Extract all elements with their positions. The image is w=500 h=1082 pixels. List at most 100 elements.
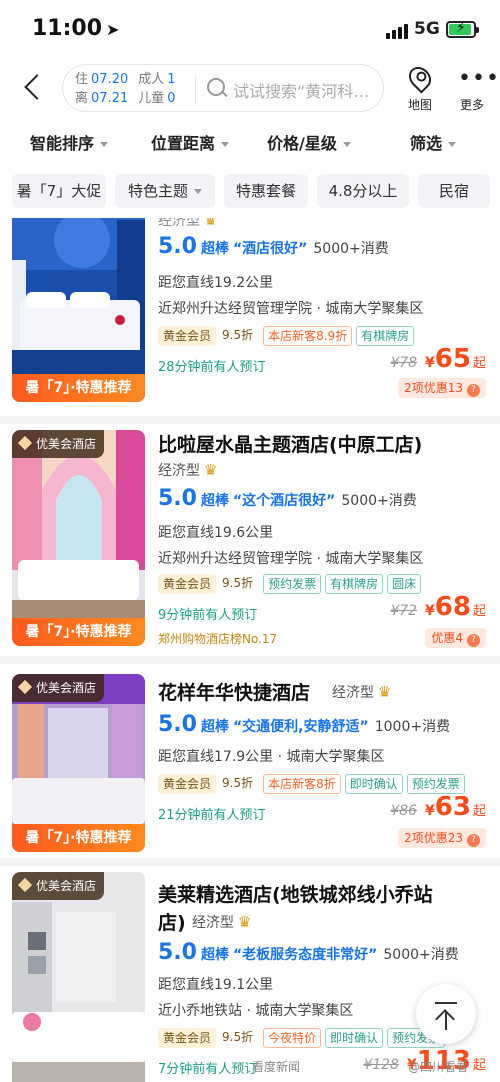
crown-icon: ♛ bbox=[378, 683, 392, 701]
back-button[interactable] bbox=[20, 72, 46, 106]
promo-banner: 暑「7」·特惠推荐 bbox=[12, 374, 145, 402]
sort-price-star[interactable]: 价格/星级 bbox=[267, 130, 351, 154]
hotel-photo[interactable]: 优美会酒店 暑「7」·特惠推荐 bbox=[12, 430, 145, 646]
date-guest-selector[interactable]: 住 07.20 成人 1 离 07.21 儿童 0 bbox=[75, 70, 176, 108]
recent-booking: 7分钟前有人预订 bbox=[158, 1062, 258, 1077]
diamond-icon bbox=[17, 877, 33, 893]
rating-row: 5.0 超棒 “酒店很好” 5000+消费 bbox=[158, 234, 389, 259]
caret-down-icon bbox=[100, 142, 109, 147]
sort-bar: 智能排序 位置距离 价格/星级 筛选 bbox=[0, 118, 500, 164]
search-header: 住 07.20 成人 1 离 07.21 儿童 0 试试搜索“黄河科… 地图 ••• 更多 bbox=[0, 60, 500, 118]
ranking-label[interactable]: 郑州购物酒店榜No.17 bbox=[158, 630, 277, 647]
vip-hotel-badge: 优美会酒店 bbox=[12, 430, 105, 458]
tag-rating[interactable]: 4.8分以上 bbox=[317, 174, 409, 208]
diamond-icon bbox=[17, 679, 33, 695]
distance: 距您直线19.6公里 bbox=[158, 525, 274, 541]
checkin-date: 07.20 bbox=[91, 72, 129, 87]
hotel-card[interactable]: 优美会酒店 美莱精选酒店(地铁城郊线小乔站 店) 经济型 ♛ 5.0 超棒 “老板服务… bbox=[0, 866, 500, 1082]
deal-badge[interactable]: 2项优惠23? bbox=[398, 828, 486, 848]
badges: 黄金会员 9.5折 预约发票 有棋牌房 圆床 bbox=[158, 574, 425, 594]
hotel-name[interactable]: 花样年华快捷酒店 bbox=[158, 678, 310, 705]
caret-down-icon bbox=[221, 142, 230, 147]
tag-package[interactable]: 特惠套餐 bbox=[224, 174, 308, 208]
tag-homestay[interactable]: 民宿 bbox=[418, 174, 490, 208]
sort-filter[interactable]: 筛选 bbox=[410, 130, 457, 154]
status-bar: 11:00 ➤ 5G ⚡ bbox=[0, 0, 500, 60]
hotel-name[interactable]: 比啦屋水晶主题酒店(中原工店) bbox=[158, 430, 422, 457]
hotel-room-image bbox=[12, 430, 145, 646]
search-box[interactable]: 住 07.20 成人 1 离 07.21 儿童 0 试试搜索“黄河科… bbox=[62, 64, 384, 112]
hotel-name-cont[interactable]: 店) bbox=[158, 908, 186, 935]
crown-icon: ♛ bbox=[204, 218, 218, 229]
price: ¥72 ¥68 起 bbox=[390, 592, 486, 622]
sort-smart[interactable]: 智能排序 bbox=[30, 130, 109, 154]
hotel-type: 经济型 ♛ bbox=[332, 683, 392, 701]
rating-row: 5.0 超棒 “老板服务态度非常好” 5000+消费 bbox=[158, 940, 459, 965]
distance: 距您直线17.9公里 · 城南大学聚集区 bbox=[158, 749, 385, 765]
battery-icon: ⚡ bbox=[446, 20, 479, 38]
badges: 黄金会员 9.5折 本店新客8折 即时确认 预约发票 bbox=[158, 774, 469, 794]
divider bbox=[195, 75, 196, 103]
tag-theme[interactable]: 特色主题 bbox=[115, 174, 215, 208]
price: ¥86 ¥63 起 bbox=[390, 792, 486, 822]
search-input[interactable]: 试试搜索“黄河科… bbox=[233, 78, 379, 102]
map-pin-icon bbox=[404, 62, 436, 94]
location-arrow-icon: ➤ bbox=[106, 20, 120, 39]
help-icon: ? bbox=[467, 634, 480, 647]
network-type: 5G bbox=[414, 19, 440, 39]
more-button[interactable]: ••• 更多 bbox=[450, 64, 499, 114]
recent-booking: 28分钟前有人预订 bbox=[158, 360, 266, 375]
hotel-name[interactable]: 美莱精选酒店(地铁城郊线小乔站 bbox=[158, 880, 433, 907]
deal-badge[interactable]: 优惠4? bbox=[425, 628, 486, 648]
arrow-up-icon bbox=[435, 1002, 457, 1004]
recent-booking: 21分钟前有人预订 bbox=[158, 808, 266, 823]
recent-booking: 9分钟前有人预订 bbox=[158, 608, 258, 623]
hotel-room-image bbox=[12, 872, 145, 1082]
rating-row: 5.0 超棒 “这个酒店很好” 5000+消费 bbox=[158, 486, 417, 511]
hotel-type: 经济型 ♛ bbox=[158, 218, 217, 230]
hotel-photo[interactable]: 优美会酒店 暑「7」·特惠推荐 bbox=[12, 674, 145, 852]
hotel-photo[interactable]: 优美会酒店 bbox=[12, 872, 145, 1082]
help-icon: ? bbox=[467, 834, 480, 847]
nearby: 近郑州升达经贸管理学院 · 城南大学聚集区 bbox=[158, 301, 424, 317]
nearby: 近郑州升达经贸管理学院 · 城南大学聚集区 bbox=[158, 551, 424, 567]
tag-summer-sale[interactable]: 暑「7」大促 bbox=[12, 174, 106, 208]
deal-badge[interactable]: 2项优惠13? bbox=[398, 378, 486, 398]
status-time: 11:00 ➤ bbox=[32, 16, 120, 41]
badges: 黄金会员 9.5折 本店新客8.9折 有棋牌房 bbox=[158, 326, 418, 346]
quick-filter-bar: 暑「7」大促 特色主题 特惠套餐 4.8分以上 民宿 bbox=[0, 164, 500, 218]
rating-row: 5.0 超棒 “交通便利,安静舒适” 1000+消费 bbox=[158, 712, 451, 737]
badges: 黄金会员 9.5折 今夜特价 即时确认 预约发票 bbox=[158, 1028, 449, 1048]
signal-icon bbox=[386, 23, 410, 39]
crown-icon: ♛ bbox=[204, 461, 218, 479]
more-icon: ••• bbox=[458, 66, 500, 91]
caret-down-icon bbox=[342, 142, 351, 147]
nearby: 近小乔地铁站 · 城南大学聚集区 bbox=[158, 1003, 354, 1019]
adult-count: 1 bbox=[167, 72, 176, 87]
map-button[interactable]: 地图 bbox=[398, 62, 442, 114]
promo-banner: 暑「7」·特惠推荐 bbox=[12, 618, 145, 646]
vip-hotel-badge: 优美会酒店 bbox=[12, 674, 105, 702]
back-to-top-button[interactable] bbox=[416, 984, 476, 1044]
watermark-left: 看度新闻 bbox=[252, 1060, 301, 1074]
caret-down-icon bbox=[194, 189, 202, 194]
crown-icon: ♛ bbox=[238, 913, 252, 931]
hotel-photo[interactable]: 暑「7」·特惠推荐 bbox=[12, 218, 145, 402]
distance: 距您直线19.2公里 bbox=[158, 275, 274, 291]
child-count: 0 bbox=[167, 91, 176, 106]
hotel-type: 经济型 ♛ bbox=[192, 913, 252, 931]
caret-down-icon bbox=[448, 142, 457, 147]
price: ¥78 ¥65 起 bbox=[390, 344, 486, 374]
hotel-card[interactable]: 优美会酒店 暑「7」·特惠推荐 花样年华快捷酒店 经济型 ♛ 5.0 超棒 “交通便利… bbox=[0, 664, 500, 858]
watermark-right: @四川看看 bbox=[408, 1060, 469, 1074]
distance: 距您直线19.1公里 bbox=[158, 977, 274, 993]
hotel-type: 经济型 ♛ bbox=[158, 461, 218, 479]
hotel-card[interactable]: 暑「7」·特惠推荐 经济型 ♛ 5.0 超棒 “酒店很好” 5000+消费 距您直线19… bbox=[0, 218, 500, 416]
vip-hotel-badge: 优美会酒店 bbox=[12, 872, 105, 900]
promo-banner: 暑「7」·特惠推荐 bbox=[12, 824, 145, 852]
search-icon bbox=[207, 78, 225, 96]
hotel-card[interactable]: 优美会酒店 暑「7」·特惠推荐 比啦屋水晶主题酒店(中原工店) 经济型 ♛ 5.0… bbox=[0, 424, 500, 656]
sort-distance[interactable]: 位置距离 bbox=[151, 130, 230, 154]
help-icon: ? bbox=[467, 384, 480, 397]
diamond-icon bbox=[17, 435, 33, 451]
